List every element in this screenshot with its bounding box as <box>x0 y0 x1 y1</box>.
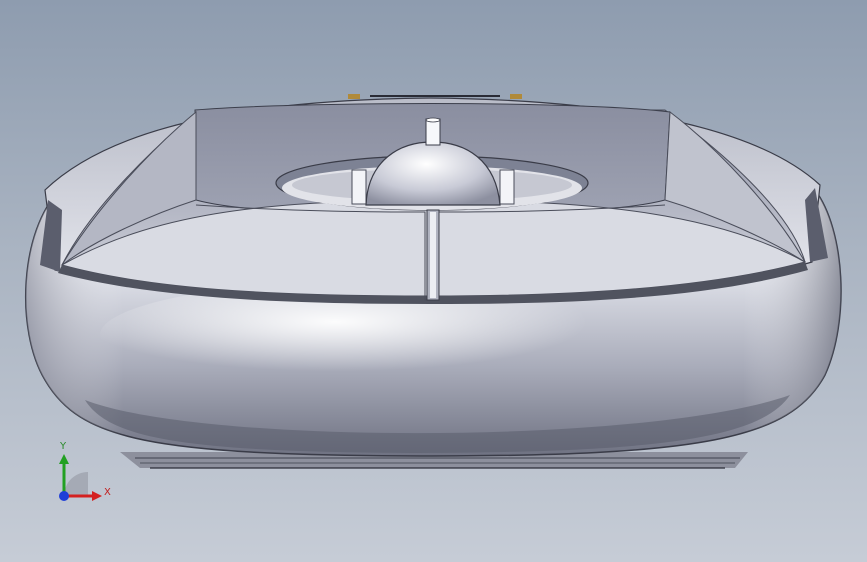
x-axis-label: X <box>104 487 111 498</box>
coordinate-triad-icon: Y X <box>50 440 120 510</box>
graphics-viewport[interactable]: Y X <box>0 0 867 562</box>
y-axis-label: Y <box>60 441 67 452</box>
mouse-housing-3d-model[interactable] <box>0 0 867 562</box>
